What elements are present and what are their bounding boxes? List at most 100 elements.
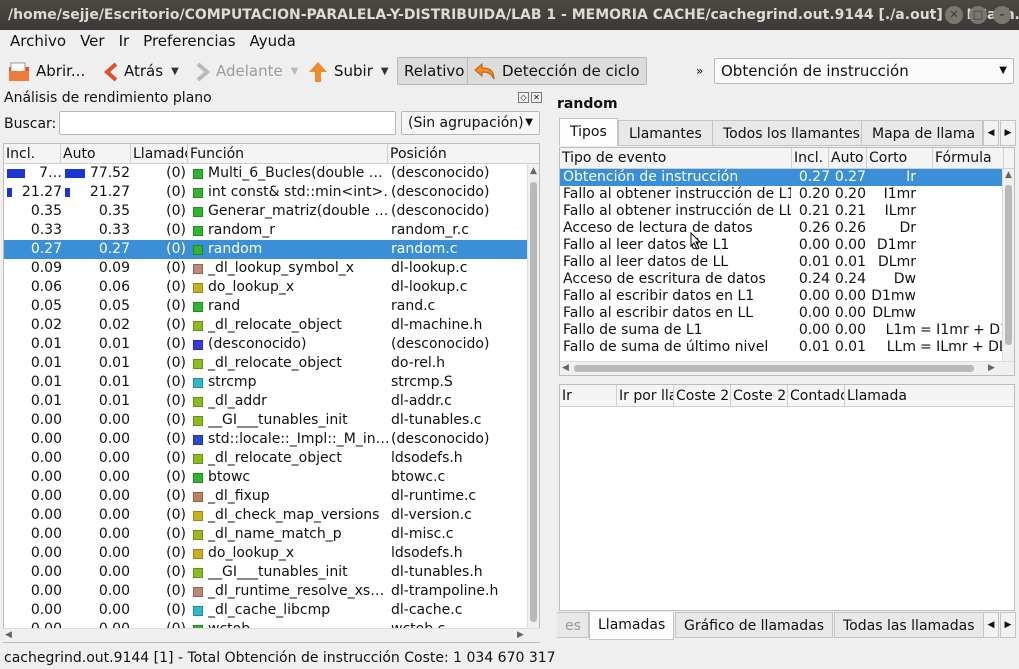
close-icon[interactable]: ✕ bbox=[531, 92, 542, 103]
close-icon[interactable]: ✕ bbox=[945, 6, 963, 24]
event-row[interactable]: Fallo al escribir datos en LL 0.00 0.00 DLm… bbox=[560, 305, 1004, 322]
col-calls-cost2b[interactable]: Coste 2 bbox=[731, 385, 788, 407]
col-calls-ir[interactable]: Ir bbox=[560, 385, 617, 407]
col-calls[interactable]: Llamado bbox=[131, 144, 188, 164]
col-auto[interactable]: Auto bbox=[61, 144, 131, 164]
scroll-left-icon[interactable]: ◀ bbox=[5, 630, 12, 640]
col-function[interactable]: Función bbox=[188, 144, 388, 164]
scroll-thumb[interactable] bbox=[1005, 185, 1012, 345]
table-row[interactable]: 0.01 0.01 (0) strcmp strcmp.S bbox=[4, 373, 529, 392]
event-row[interactable]: Fallo al leer datos de LL 0.01 0.01 DLmr bbox=[560, 254, 1004, 271]
table-row[interactable]: 0.00 0.00 (0) do_lookup_x ldsodefs.h bbox=[4, 544, 529, 563]
tab-tipos[interactable]: Tipos bbox=[559, 118, 618, 146]
menu-ver[interactable]: Ver bbox=[80, 30, 105, 54]
col-event-formula[interactable]: Fórmula bbox=[933, 148, 1004, 169]
chevron-down-icon[interactable]: ▼ bbox=[171, 57, 179, 87]
table-row[interactable]: 0.33 0.33 (0) random_r random_r.c bbox=[4, 221, 529, 240]
table-row[interactable]: 0.01 0.01 (0) _dl_relocate_object do-rel.h bbox=[4, 354, 529, 373]
event-row[interactable]: Fallo al obtener instrucción de L1 0.20 0.… bbox=[560, 186, 1004, 203]
table-row[interactable]: 7… 77.52 (0) Multi_6_Bucles(double … (descon… bbox=[4, 164, 529, 183]
open-button[interactable]: Abrir... bbox=[8, 56, 85, 86]
toolbar-overflow-icon[interactable]: » bbox=[696, 56, 703, 86]
scroll-left-icon[interactable]: ◀ bbox=[562, 363, 569, 373]
menu-archivo[interactable]: Archivo bbox=[10, 30, 66, 54]
table-row[interactable]: 0.00 0.00 (0) __GI___tunables_init dl-tunabl… bbox=[4, 563, 529, 582]
table-row[interactable]: 0.06 0.06 (0) do_lookup_x dl-lookup.c bbox=[4, 278, 529, 297]
event-row[interactable]: Fallo al obtener instrucción de LL 0.21 0.… bbox=[560, 203, 1004, 220]
tab-scroll-left-icon[interactable]: ◀ bbox=[983, 120, 999, 146]
table-row[interactable]: 21.27 21.27 (0) int const& std::min<int>… (d… bbox=[4, 183, 529, 202]
tab-llamadas[interactable]: Llamadas bbox=[589, 612, 675, 640]
tab-llamantes[interactable]: Llamantes bbox=[618, 120, 713, 146]
scroll-up-icon[interactable]: ▲ bbox=[530, 166, 537, 176]
chevron-down-icon[interactable]: ▼ bbox=[381, 57, 389, 87]
table-row[interactable]: 0.27 0.27 (0) random random.c bbox=[4, 240, 529, 259]
tab-scroll-right-icon[interactable]: ▶ bbox=[1000, 120, 1016, 146]
tab-mapa-llamantes[interactable]: Mapa de llama bbox=[861, 120, 983, 146]
grouping-combo[interactable]: (Sin agrupación) ▼ bbox=[401, 111, 540, 135]
scroll-right-icon[interactable]: ▶ bbox=[517, 630, 524, 640]
forward-button[interactable]: Adelante ▼ bbox=[196, 56, 298, 86]
col-position[interactable]: Posición bbox=[388, 144, 529, 164]
table-row[interactable]: 0.01 0.01 (0) _dl_addr dl-addr.c bbox=[4, 392, 529, 411]
table-row[interactable]: 0.00 0.00 (0) std::locale::_Impl::_M_in… (de… bbox=[4, 430, 529, 449]
col-calls-count[interactable]: Contado bbox=[788, 385, 845, 407]
event-row[interactable]: Obtención de instrucción 0.27 0.27 Ir bbox=[560, 169, 1004, 186]
event-types-hscrollbar[interactable]: ◀ ▶ bbox=[560, 361, 1014, 375]
tab-grafico-llamadas[interactable]: Gráfico de llamadas bbox=[675, 612, 833, 638]
chevron-down-icon[interactable]: ▼ bbox=[291, 57, 299, 87]
scroll-right-icon[interactable]: ▶ bbox=[988, 363, 995, 373]
event-row[interactable]: Fallo al escribir datos en L1 0.00 0.00 D1m… bbox=[560, 288, 1004, 305]
event-row[interactable]: Fallo al leer datos de L1 0.00 0.00 D1mr bbox=[560, 237, 1004, 254]
col-event-incl[interactable]: Incl. bbox=[792, 148, 829, 169]
col-calls-call[interactable]: Llamada bbox=[845, 385, 1014, 407]
scroll-up-icon[interactable]: ▲ bbox=[1005, 170, 1012, 180]
search-input[interactable] bbox=[59, 111, 396, 135]
col-calls-cost2[interactable]: Coste 2 bbox=[674, 385, 731, 407]
table-row[interactable]: 0.00 0.00 (0) _dl_name_match_p dl-misc.c bbox=[4, 525, 529, 544]
table-row[interactable]: 0.05 0.05 (0) rand rand.c bbox=[4, 297, 529, 316]
table-row[interactable]: 0.00 0.00 (0) _dl_check_map_versions dl-vers… bbox=[4, 506, 529, 525]
event-type-combo[interactable]: Obtención de instrucción ▼ bbox=[714, 58, 1014, 84]
table-row[interactable]: 0.00 0.00 (0) _dl_cache_libcmp dl-cache.c bbox=[4, 601, 529, 620]
cycle-detection-toggle[interactable]: Detección de ciclo bbox=[467, 57, 647, 85]
table-row[interactable]: 0.00 0.00 (0) __GI___tunables_init dl-tunabl… bbox=[4, 411, 529, 430]
relative-toggle[interactable]: Relativo bbox=[397, 57, 472, 85]
table-row[interactable]: 0.09 0.09 (0) _dl_lookup_symbol_x dl-lookup.… bbox=[4, 259, 529, 278]
col-event-type[interactable]: Tipo de evento bbox=[560, 148, 792, 169]
table-row[interactable]: 0.00 0.00 (0) btowc btowc.c bbox=[4, 468, 529, 487]
event-row[interactable]: Fallo de suma de último nivel 0.01 0.01 LLm… bbox=[560, 339, 1004, 356]
menu-ir[interactable]: Ir bbox=[119, 30, 130, 54]
maximize-icon[interactable]: □ bbox=[969, 6, 987, 24]
back-button[interactable]: Atrás ▼ bbox=[104, 56, 179, 86]
col-incl[interactable]: Incl. bbox=[4, 144, 61, 164]
table-row[interactable]: 0.00 0.00 (0) _dl_fixup dl-runtime.c bbox=[4, 487, 529, 506]
up-button[interactable]: Subir ▼ bbox=[308, 56, 389, 86]
tab-scroll-right-icon[interactable]: ▶ bbox=[1000, 612, 1016, 638]
scroll-thumb[interactable] bbox=[574, 365, 974, 372]
panel-splitter[interactable] bbox=[545, 88, 553, 648]
tab-scroll-left-icon[interactable]: ◀ bbox=[983, 612, 999, 638]
event-types-vscrollbar[interactable]: ▲ bbox=[1002, 169, 1014, 361]
float-icon[interactable]: ◇ bbox=[518, 92, 529, 103]
table-row[interactable]: 0.35 0.35 (0) Generar_matriz(double … (desco… bbox=[4, 202, 529, 221]
event-row[interactable]: Acceso de escritura de datos 0.24 0.24 Dw bbox=[560, 271, 1004, 288]
event-row[interactable]: Acceso de lectura de datos 0.26 0.26 Dr bbox=[560, 220, 1004, 237]
menu-ayuda[interactable]: Ayuda bbox=[250, 30, 296, 54]
tab-todas-llamadas[interactable]: Todas las llamadas bbox=[834, 612, 984, 638]
menu-preferencias[interactable]: Preferencias bbox=[143, 30, 235, 54]
table-row[interactable]: 0.01 0.01 (0) (desconocido) (desconocido) bbox=[4, 335, 529, 354]
col-calls-ir-per-call[interactable]: Ir por lla bbox=[617, 385, 674, 407]
event-row[interactable]: Fallo de suma de L1 0.00 0.00 L1m = I1mr + D… bbox=[560, 322, 1004, 339]
function-table-hscrollbar[interactable]: ◀ ▶ bbox=[3, 628, 540, 642]
minimize-icon[interactable]: – bbox=[993, 6, 1011, 24]
scroll-thumb[interactable] bbox=[530, 182, 537, 622]
tab-todos-llamantes[interactable]: Todos los llamantes bbox=[712, 120, 871, 146]
col-event-short[interactable]: Corto bbox=[867, 148, 933, 169]
col-event-auto[interactable]: Auto bbox=[829, 148, 867, 169]
table-row[interactable]: 0.00 0.00 (0) _dl_relocate_object ldsodefs.h bbox=[4, 449, 529, 468]
tab-partial-hidden[interactable]: es bbox=[557, 612, 589, 638]
function-table-vscrollbar[interactable]: ▲ ▼ bbox=[527, 164, 539, 642]
table-row[interactable]: 0.00 0.00 (0) _dl_runtime_resolve_xs… dl-tra… bbox=[4, 582, 529, 601]
table-row[interactable]: 0.02 0.02 (0) _dl_relocate_object dl-machine… bbox=[4, 316, 529, 335]
